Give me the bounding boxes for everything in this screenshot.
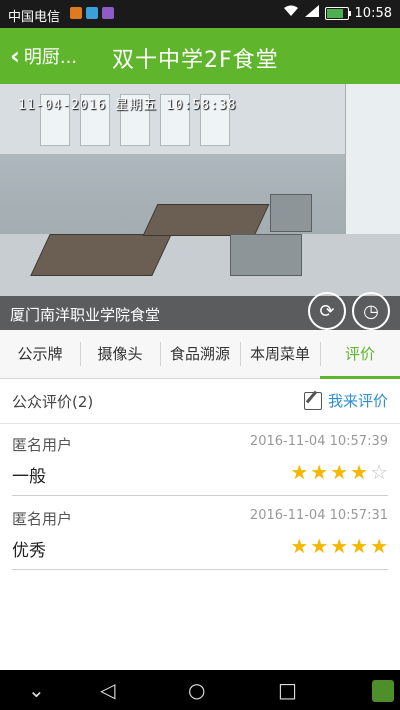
reviews-header: 公众评价(2) 我来评价	[0, 379, 400, 424]
chevron-down-icon[interactable]: ⌄	[28, 678, 45, 702]
tab-notice-board[interactable]: 公示牌	[0, 330, 80, 378]
camera-scene-counter	[142, 204, 270, 236]
back-label: 明厨...	[23, 47, 78, 68]
app-notification-icon	[70, 7, 82, 19]
camera-scene-table	[230, 234, 302, 276]
star-filled-icon: ★	[330, 460, 349, 484]
signal-icon	[304, 5, 319, 21]
star-filled-icon: ★	[350, 534, 369, 558]
reviews-title: 公众评价(2)	[12, 393, 94, 411]
camera-feed[interactable]: 11-04-2016 星期五 10:58:38 厦门南洋职业学院食堂 ⟳ ◷	[0, 84, 400, 330]
tab-weekly-menu[interactable]: 本周菜单	[240, 330, 320, 378]
review-user: 匿名用户	[12, 436, 73, 454]
star-filled-icon: ★	[290, 460, 309, 484]
watermark-logo-icon	[372, 680, 394, 702]
back-button[interactable]: ‹ 明厨...	[10, 43, 77, 69]
rating-stars: ★ ★ ★ ★ ★	[290, 536, 388, 556]
home-icon[interactable]: ○	[188, 678, 205, 702]
divider	[12, 495, 388, 496]
star-filled-icon: ★	[350, 460, 369, 484]
write-review-button[interactable]: 我来评价	[303, 390, 388, 411]
star-filled-icon: ★	[310, 460, 329, 484]
carrier-label: 中国电信	[8, 10, 61, 25]
app-notification-icon	[102, 7, 114, 19]
write-review-label: 我来评价	[327, 392, 388, 410]
tab-food-trace[interactable]: 食品溯源	[160, 330, 240, 378]
tab-camera[interactable]: 摄像头	[80, 330, 160, 378]
chevron-left-icon: ‹	[10, 42, 20, 70]
back-triangle-icon[interactable]: ◁	[100, 678, 115, 702]
tab-reviews[interactable]: 评价	[320, 330, 400, 379]
refresh-icon[interactable]: ⟳	[308, 292, 346, 330]
clock: 10:58	[354, 5, 392, 21]
notification-icons	[70, 7, 114, 19]
review-text: 一般	[12, 467, 46, 487]
edit-icon	[303, 391, 322, 410]
star-filled-icon: ★	[370, 534, 388, 558]
camera-scene-table	[270, 194, 312, 232]
review-item: 匿名用户 2016-11-04 10:57:31 优秀 ★ ★ ★ ★ ★	[0, 498, 400, 570]
camera-caption: 厦门南洋职业学院食堂	[10, 306, 161, 324]
status-bar: 中国电信 10:58	[0, 0, 400, 28]
review-text: 优秀	[12, 541, 46, 561]
divider	[12, 569, 388, 570]
review-user: 匿名用户	[12, 510, 73, 528]
app-bar: ‹ 明厨... 双十中学2F食堂	[0, 28, 400, 84]
rating-stars: ★ ★ ★ ★ ☆	[290, 462, 388, 482]
app-notification-icon	[86, 7, 98, 19]
review-time: 2016-11-04 10:57:39	[249, 434, 388, 449]
review-item: 匿名用户 2016-11-04 10:57:39 一般 ★ ★ ★ ★ ☆	[0, 424, 400, 496]
system-nav-bar: ⌄ ◁ ○ □	[0, 670, 400, 710]
star-filled-icon: ★	[330, 534, 349, 558]
recent-apps-icon[interactable]: □	[278, 678, 297, 702]
battery-icon	[324, 6, 351, 20]
review-time: 2016-11-04 10:57:31	[249, 508, 388, 523]
star-filled-icon: ★	[290, 534, 309, 558]
camera-scene-counter	[30, 234, 172, 276]
star-filled-icon: ★	[310, 534, 329, 558]
timer-icon[interactable]: ◷	[352, 292, 390, 330]
wifi-icon	[283, 5, 299, 21]
star-empty-icon: ☆	[370, 460, 388, 484]
camera-timestamp: 11-04-2016 星期五 10:58:38	[18, 98, 237, 113]
tab-bar: 公示牌 摄像头 食品溯源 本周菜单 评价	[0, 330, 400, 379]
page-title: 双十中学2F食堂	[112, 48, 279, 73]
